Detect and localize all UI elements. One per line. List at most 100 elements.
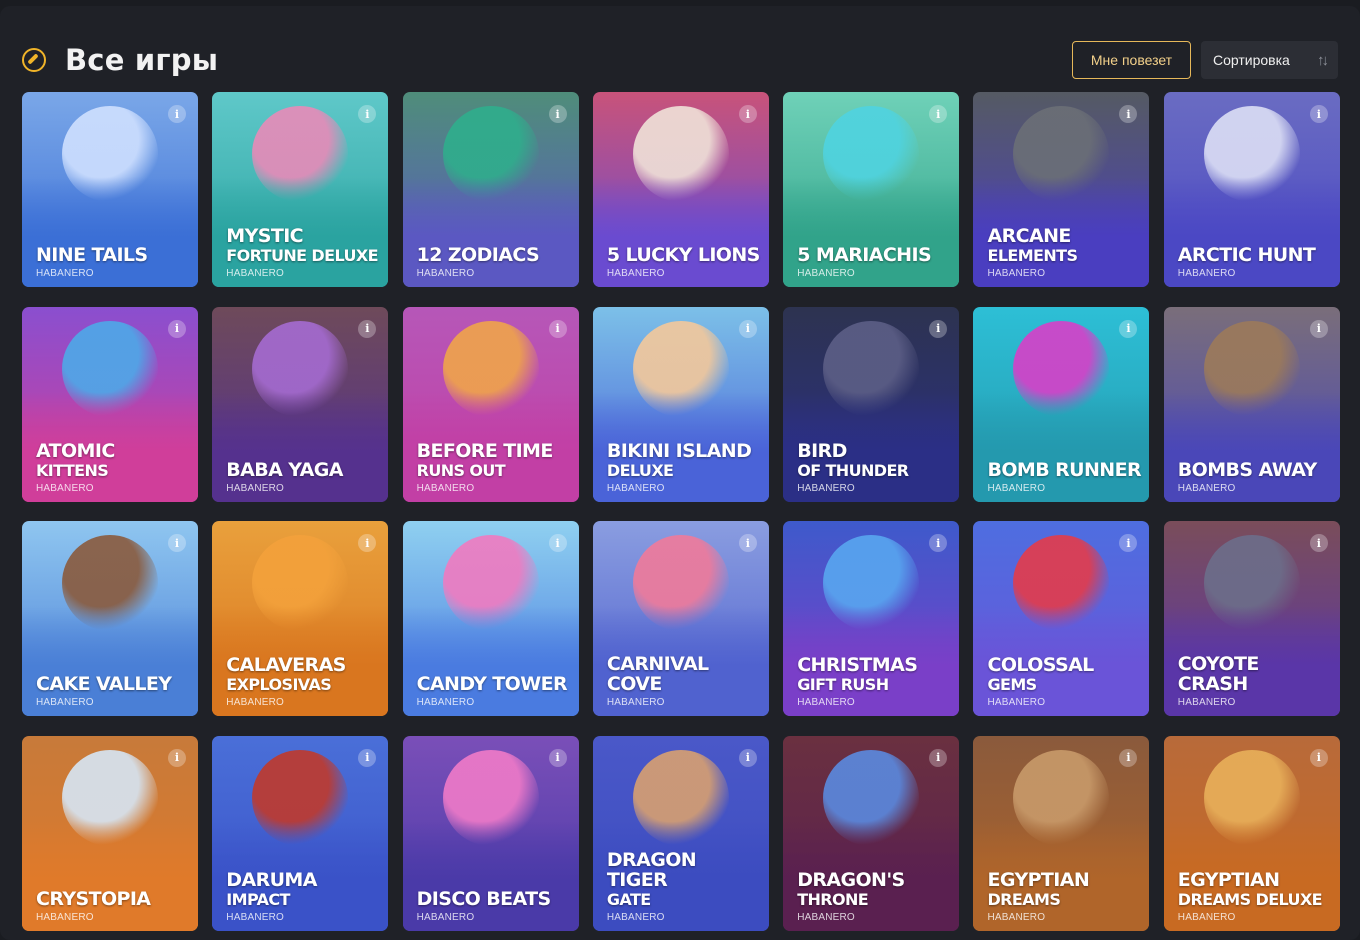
game-provider: HABANERO — [606, 482, 665, 494]
game-title: DISCO BEATS — [417, 889, 571, 909]
game-title-line1: BIKINI ISLAND — [606, 439, 752, 462]
compass-icon — [22, 48, 46, 72]
info-icon[interactable]: i — [548, 105, 567, 123]
info-icon[interactable]: i — [1309, 105, 1328, 123]
game-card[interactable]: i ARCTIC HUNT HABANERO — [1163, 92, 1340, 287]
game-title-line1: 5 MARIACHIS — [797, 244, 932, 266]
info-icon[interactable]: i — [168, 319, 186, 338]
game-card[interactable]: i CANDY TOWER HABANERO — [402, 521, 579, 716]
game-title: NINE TAILS — [36, 245, 190, 265]
game-card[interactable]: i CHRISTMAS GIFT RUSH HABANERO — [783, 521, 960, 716]
page-title: Все игры — [65, 43, 219, 77]
game-title-line2: RUNS OUT — [416, 460, 506, 480]
info-icon[interactable]: i — [738, 319, 757, 338]
info-icon[interactable]: i — [738, 748, 757, 767]
game-title-line1: BEFORE TIME — [416, 439, 554, 462]
game-card[interactable]: i MYSTIC FORTUNE DELUXE HABANERO — [212, 92, 389, 287]
info-icon[interactable]: i — [548, 534, 567, 552]
game-title: CALAVERAS EXPLOSIVAS — [226, 655, 380, 694]
game-title-line1: EGYPTIAN — [1177, 868, 1280, 891]
game-provider: HABANERO — [226, 911, 285, 923]
games-grid: i NINE TAILS HABANERO i MYSTIC FORTUNE DELUXE… — [22, 92, 1340, 931]
game-title: CARNIVAL COVE — [607, 654, 761, 694]
info-icon[interactable]: i — [548, 748, 567, 767]
game-card[interactable]: i NINE TAILS HABANERO — [22, 92, 198, 287]
game-provider: HABANERO — [416, 911, 475, 923]
game-card[interactable]: i ARCANE ELEMENTS HABANERO — [973, 92, 1150, 287]
game-title: BOMB RUNNER — [987, 460, 1141, 480]
sort-button[interactable]: Сортировка ↑↓ — [1201, 41, 1338, 79]
game-card[interactable]: i BEFORE TIME RUNS OUT HABANERO — [402, 306, 579, 502]
game-card[interactable]: i CARNIVAL COVE HABANERO — [592, 521, 769, 716]
info-icon[interactable]: i — [1309, 534, 1328, 552]
game-card[interactable]: i BABA YAGA HABANERO — [212, 306, 389, 502]
info-icon[interactable]: i — [929, 748, 948, 767]
game-title: MYSTIC FORTUNE DELUXE — [226, 226, 380, 265]
game-title: DRAGON TIGER GATE — [607, 850, 761, 909]
game-provider: HABANERO — [226, 482, 285, 494]
game-provider: HABANERO — [416, 482, 475, 494]
game-card[interactable]: i EGYPTIAN DREAMS HABANERO — [973, 735, 1150, 931]
game-title: EGYPTIAN DREAMS — [987, 870, 1141, 909]
game-card[interactable]: i DARUMA IMPACT HABANERO — [212, 735, 389, 931]
game-provider: HABANERO — [36, 697, 94, 708]
game-title-line1: ATOMIC — [36, 439, 115, 462]
section-header: Все игры Мне повезет Сортировка ↑↓ — [22, 38, 1338, 82]
game-title-line1: CANDY TOWER — [416, 673, 568, 695]
game-provider: HABANERO — [606, 268, 665, 279]
game-title: BOMBS AWAY — [1178, 460, 1332, 480]
game-card[interactable]: i DISCO BEATS HABANERO — [402, 735, 579, 931]
info-icon[interactable]: i — [1309, 748, 1328, 767]
game-card[interactable]: i COYOTE CRASH HABANERO — [1163, 521, 1340, 716]
game-title: 5 MARIACHIS — [797, 245, 951, 265]
info-icon[interactable]: i — [1119, 748, 1138, 767]
info-icon[interactable]: i — [358, 319, 377, 338]
game-title-line1: CALAVERAS — [226, 654, 346, 676]
info-icon[interactable]: i — [168, 534, 186, 552]
game-card[interactable]: i5 MARIACHIS HABANERO — [783, 92, 960, 287]
game-title-line2: OF THUNDER — [797, 460, 909, 480]
game-title-line2: GIFT RUSH — [797, 675, 889, 694]
game-title: 5 LUCKY LIONS — [607, 245, 761, 265]
info-icon[interactable]: i — [358, 748, 377, 767]
game-card[interactable]: i CALAVERAS EXPLOSIVAS HABANERO — [212, 521, 389, 716]
info-icon[interactable]: i — [738, 105, 757, 123]
game-card[interactable]: i CRYSTOPIA HABANERO — [22, 735, 198, 931]
game-card[interactable]: i EGYPTIAN DREAMS DELUXE HABANERO — [1163, 735, 1340, 931]
game-card[interactable]: i COLOSSAL GEMS HABANERO — [973, 521, 1150, 716]
game-title-line1: DISCO BEATS — [416, 887, 552, 910]
info-icon[interactable]: i — [929, 319, 948, 338]
game-provider: HABANERO — [1177, 482, 1236, 494]
game-title-line1: CAKE VALLEY — [36, 673, 172, 695]
game-card[interactable]: i 5 LUCKY LIONS HABANERO — [592, 92, 769, 287]
game-title: ARCTIC HUNT — [1178, 245, 1332, 265]
info-icon[interactable]: i — [1119, 319, 1138, 338]
game-title-line2: GATE — [606, 889, 651, 909]
info-icon[interactable]: i — [738, 534, 757, 552]
game-provider: HABANERO — [797, 911, 855, 923]
game-title: CANDY TOWER — [417, 674, 571, 694]
game-title-line2: DREAMS — [987, 889, 1061, 909]
game-card[interactable]: i BOMB RUNNER HABANERO — [973, 306, 1150, 502]
game-card[interactable]: i ATOMIC KITTENS HABANERO — [22, 306, 198, 502]
info-icon[interactable]: i — [168, 748, 186, 767]
game-provider: HABANERO — [416, 268, 475, 279]
game-card[interactable]: i BIRD OF THUNDER HABANERO — [783, 306, 960, 502]
info-icon[interactable]: i — [548, 319, 567, 338]
game-card[interactable]: i DRAGON TIGER GATE HABANERO — [592, 735, 769, 931]
game-title-line2: THRONE — [797, 889, 869, 909]
game-title-line1: DRAGON TIGER — [606, 848, 697, 891]
info-icon[interactable]: i — [1309, 319, 1328, 338]
info-icon[interactable]: i — [168, 105, 186, 123]
game-card[interactable]: i BIKINI ISLAND DELUXE HABANERO — [592, 306, 769, 502]
game-card[interactable]: i BOMBS AWAY HABANERO — [1163, 306, 1340, 502]
game-title-line1: COLOSSAL — [987, 654, 1094, 676]
game-provider: HABANERO — [987, 911, 1046, 923]
game-title: BABA YAGA — [226, 460, 380, 480]
game-card[interactable]: i DRAGON'S THRONE HABANERO — [783, 735, 960, 931]
feeling-lucky-button[interactable]: Мне повезет — [1072, 41, 1191, 79]
game-provider: HABANERO — [226, 697, 285, 708]
game-card[interactable]: i CAKE VALLEY HABANERO — [22, 521, 198, 716]
game-title: ARCANE ELEMENTS — [987, 226, 1141, 265]
game-card[interactable]: i 12 ZODIACS HABANERO — [402, 92, 579, 287]
